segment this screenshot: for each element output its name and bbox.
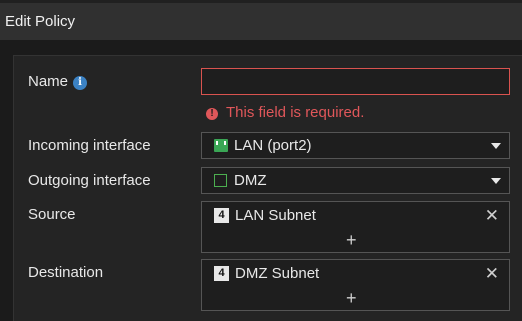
destination-entry: DMZ Subnet — [235, 265, 320, 282]
outgoing-interface-value: DMZ — [234, 172, 267, 189]
incoming-interface-select[interactable]: LAN (port2) — [201, 132, 510, 159]
name-label: Name — [28, 73, 69, 90]
name-label-row: Name i — [28, 73, 88, 90]
name-input[interactable] — [201, 68, 510, 95]
chevron-down-icon — [491, 178, 501, 184]
port-icon — [214, 139, 228, 152]
outgoing-interface-label: Outgoing interface — [28, 172, 151, 189]
address-icon: 4 — [214, 266, 229, 281]
destination-field: 4 DMZ Subnet ✕ + — [201, 259, 510, 311]
destination-label: Destination — [28, 264, 104, 281]
source-entry: LAN Subnet — [235, 207, 316, 224]
outgoing-interface-select[interactable]: DMZ — [201, 167, 510, 194]
info-icon[interactable]: i — [73, 76, 88, 90]
zone-icon — [214, 174, 227, 187]
error-icon: ! — [206, 108, 218, 120]
incoming-interface-value: LAN (port2) — [234, 137, 312, 154]
add-destination-button[interactable]: + — [346, 288, 357, 309]
chevron-down-icon — [491, 143, 501, 149]
name-error-text: This field is required. — [226, 104, 365, 121]
source-label: Source — [28, 206, 76, 223]
source-field: 4 LAN Subnet ✕ + — [201, 201, 510, 253]
name-error: ! This field is required. — [206, 104, 364, 121]
incoming-interface-label: Incoming interface — [28, 137, 151, 154]
address-icon: 4 — [214, 208, 229, 223]
dialog-title: Edit Policy — [5, 13, 76, 30]
remove-source-button[interactable]: ✕ — [485, 206, 499, 226]
add-source-button[interactable]: + — [346, 230, 357, 251]
dialog-title-bar: Edit Policy — [0, 0, 522, 40]
remove-destination-button[interactable]: ✕ — [485, 264, 499, 284]
